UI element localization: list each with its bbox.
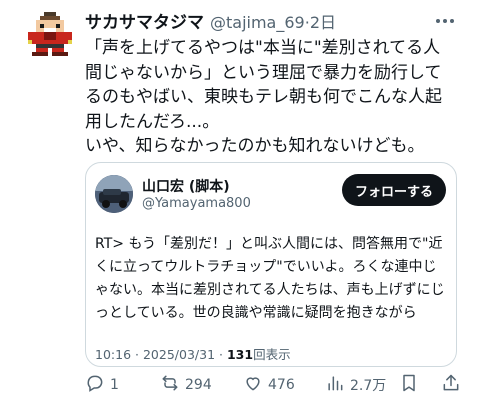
quoted-tweet-body: RT> もう「差別だ！」と叫ぶ人間には、問答無用で"近 くに立ってウルトラチョッ… (95, 233, 451, 325)
more-dot (450, 19, 454, 23)
more-icon[interactable] (432, 12, 458, 30)
tweet-text-line: いや、知らなかったのかも知れないけども。 (85, 136, 425, 156)
heart-icon (243, 373, 263, 397)
tweet-text-line: 「声を上げてるやつは"本当に"差別されてる人 (85, 38, 441, 58)
quoted-meta-separator: · (219, 347, 223, 362)
author-display-name[interactable]: サカサマタジマ (85, 8, 204, 33)
reply-icon (85, 373, 105, 397)
quoted-view-count: 131 (226, 347, 254, 362)
bookmark-icon (399, 373, 419, 397)
quoted-tweet-meta: 10:16 · 2025/03/31 · 131回表示 (95, 344, 291, 363)
author-handle[interactable]: @tajima_69 (210, 13, 305, 32)
views-button[interactable]: 2.7万 (325, 372, 386, 398)
quoted-date: 2025/03/31 (142, 347, 216, 362)
quoted-text-line: くに立ってウルトラチョップ"でいいよ。ろくな連中じ (95, 259, 437, 275)
quoted-time: 10:16 (95, 347, 132, 362)
views-count: 2.7万 (350, 378, 387, 394)
tweet-text-line: るのもやばい、東映もテレ朝も何でこんな人起 (85, 87, 442, 107)
like-button[interactable]: 476 (243, 372, 295, 398)
tweet-actions-bar: 1 294 476 2.7万 (85, 372, 473, 398)
share-icon (441, 373, 461, 397)
share-button[interactable] (441, 372, 461, 398)
retweet-button[interactable]: 294 (160, 372, 212, 398)
quoted-text-line: RT> もう「差別だ！」と叫ぶ人間には、問答無用で"近 (95, 236, 443, 252)
retweet-icon (160, 373, 180, 397)
quoted-text-line: ゃない。本当に差別されてる人たちは、声も上げずにじ (95, 282, 445, 298)
quoted-view-label: 回表示 (253, 347, 291, 362)
tweet-body: 「声を上げてるやつは"本当に"差別されてる人 間じゃないから」という理屈で暴力を… (85, 36, 465, 159)
quoted-text-line: っとしている。世の良識や常識に疑問を抱きながら (95, 305, 417, 321)
more-dot (443, 19, 447, 23)
tweet-header: サカサマタジマ @tajima_69 · 2日 (85, 8, 336, 33)
quoted-tweet-card[interactable]: 山口宏 (脚本) @Yamayama800 フォローする RT> もう「差別だ！… (85, 162, 457, 367)
quoted-author-handle[interactable]: @Yamayama800 (142, 196, 251, 211)
bookmark-button[interactable] (399, 372, 419, 398)
tweet-text-line: 間じゃないから」という理屈で暴力を励行して (85, 62, 442, 83)
tweet-text-line: 用したんだろ...。 (85, 111, 220, 132)
like-count: 476 (268, 377, 295, 393)
views-icon (325, 373, 345, 397)
retweet-count: 294 (185, 377, 212, 393)
tweet-timestamp[interactable]: 2日 (310, 9, 336, 33)
follow-button[interactable]: フォローする (342, 174, 446, 206)
reply-button[interactable]: 1 (85, 372, 119, 398)
more-dot (436, 19, 440, 23)
quoted-meta-separator: · (135, 347, 139, 362)
quoted-author-name[interactable]: 山口宏 (脚本) (142, 176, 230, 196)
pixel-robot-avatar-icon[interactable] (28, 12, 72, 56)
reply-count: 1 (110, 377, 119, 393)
quoted-author-avatar[interactable] (95, 175, 133, 213)
